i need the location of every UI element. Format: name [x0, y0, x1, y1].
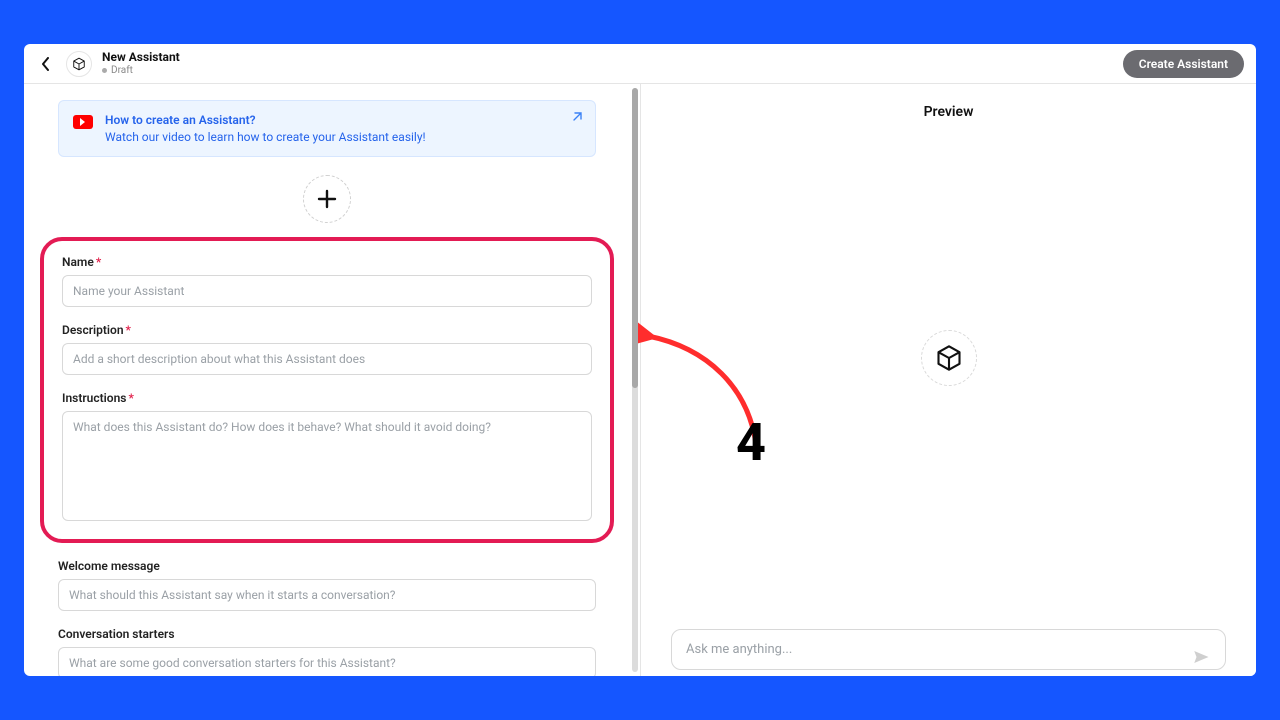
instructions-label: Instructions*: [62, 391, 592, 405]
plus-icon: [316, 188, 338, 210]
preview-input-wrap: [665, 629, 1232, 670]
banner-link[interactable]: How to create an Assistant?: [105, 113, 426, 127]
send-icon[interactable]: [1192, 648, 1210, 666]
preview-chat-input[interactable]: [671, 629, 1226, 670]
status-text: Draft: [111, 65, 133, 76]
welcome-label: Welcome message: [58, 559, 596, 573]
required-fields-highlight: Name* Description* Instructions*: [40, 237, 614, 543]
starters-label: Conversation starters: [58, 627, 596, 641]
instructions-field: Instructions*: [54, 391, 600, 525]
back-button[interactable]: [36, 54, 56, 74]
preview-title: Preview: [924, 104, 974, 120]
create-assistant-button[interactable]: Create Assistant: [1123, 50, 1244, 78]
banner-text: How to create an Assistant? Watch our vi…: [105, 113, 426, 144]
add-avatar-button[interactable]: [303, 175, 351, 223]
instructions-input[interactable]: [62, 411, 592, 521]
status-badge: Draft: [102, 65, 180, 76]
description-input[interactable]: [62, 343, 592, 375]
app-window: New Assistant Draft Create Assistant How…: [24, 44, 1256, 676]
cube-icon: [72, 57, 86, 71]
name-label: Name*: [62, 255, 592, 269]
youtube-icon: [73, 115, 93, 129]
status-dot-icon: [102, 68, 107, 73]
main-content: How to create an Assistant? Watch our vi…: [24, 84, 1256, 676]
scroll-thumb[interactable]: [632, 88, 638, 388]
preview-avatar: [921, 330, 977, 386]
preview-panel: Preview: [641, 84, 1256, 676]
banner-subtitle: Watch our video to learn how to create y…: [105, 130, 426, 144]
page-title: New Assistant: [102, 51, 180, 64]
topbar: New Assistant Draft Create Assistant: [24, 44, 1256, 84]
left-panel-wrap: How to create an Assistant? Watch our vi…: [24, 84, 640, 676]
starters-field: Conversation starters: [58, 627, 596, 676]
assistant-icon: [66, 51, 92, 77]
name-field: Name*: [54, 255, 600, 307]
cube-icon: [935, 344, 963, 372]
welcome-input[interactable]: [58, 579, 596, 611]
external-link-icon: [571, 111, 583, 123]
description-field: Description*: [54, 323, 600, 375]
chevron-left-icon: [41, 57, 51, 71]
scrollbar[interactable]: [630, 84, 640, 676]
name-input[interactable]: [62, 275, 592, 307]
description-label: Description*: [62, 323, 592, 337]
form-panel: How to create an Assistant? Watch our vi…: [24, 84, 630, 676]
title-block: New Assistant Draft: [102, 51, 180, 75]
help-banner[interactable]: How to create an Assistant? Watch our vi…: [58, 100, 596, 157]
starters-input[interactable]: [58, 647, 596, 676]
welcome-field: Welcome message: [58, 559, 596, 611]
